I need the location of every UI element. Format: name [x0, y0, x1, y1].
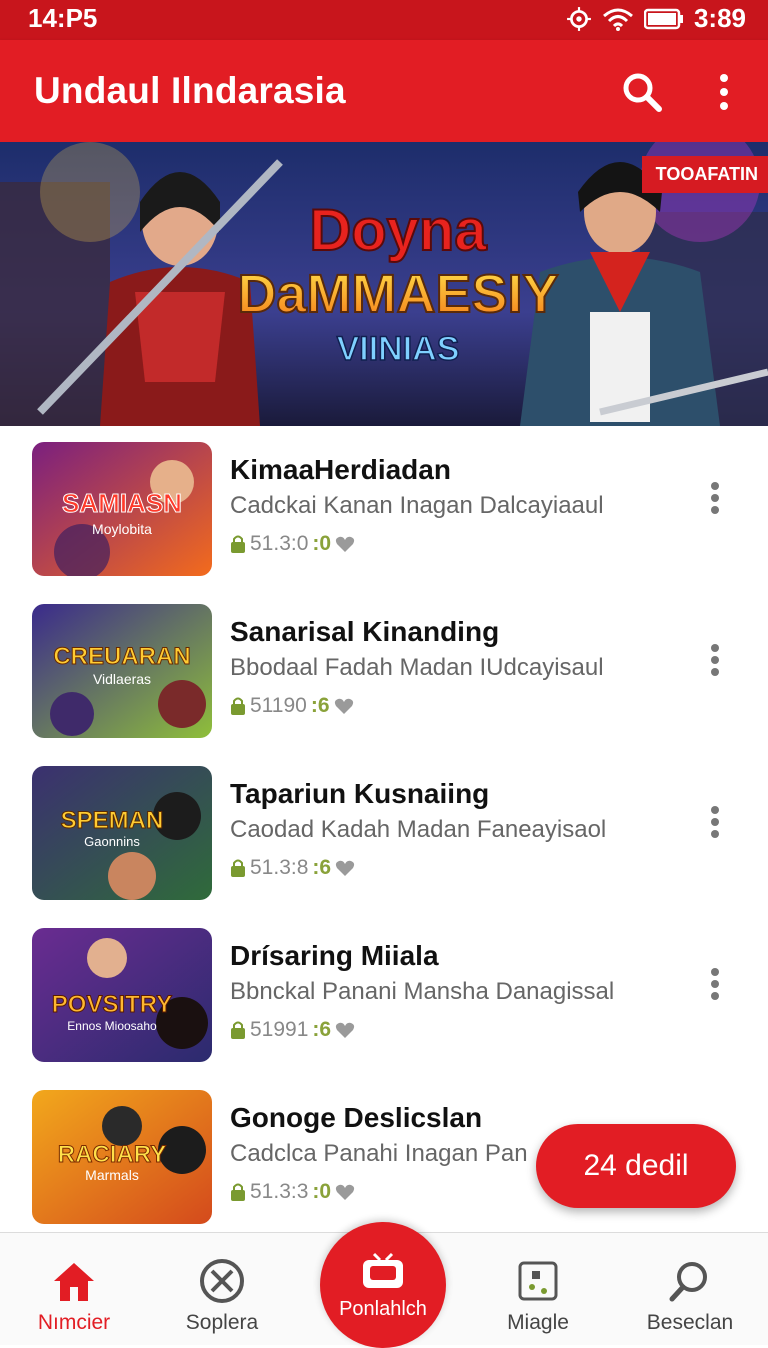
search-icon[interactable]	[618, 68, 666, 116]
status-right: 3:89	[566, 3, 746, 34]
app-bar: Undaul Ilndarasia	[0, 40, 768, 142]
heart-icon[interactable]	[335, 859, 355, 877]
game-rating: 51991	[250, 1018, 309, 1041]
lock-icon	[231, 859, 245, 877]
heart-icon[interactable]	[335, 1183, 355, 1201]
nav-item-center[interactable]: Ponlahlch	[320, 1222, 446, 1348]
search-icon	[669, 1262, 707, 1302]
lock-icon	[231, 1021, 245, 1039]
thumb-subtitle: Vidlaeras	[93, 671, 151, 687]
game-thumbnail: RACIARY Marmals	[32, 1090, 212, 1224]
banner-title-line3: VIINIAS	[337, 330, 460, 368]
battery-icon	[643, 8, 683, 29]
thumb-title: CREUARAN	[53, 643, 190, 670]
heart-icon[interactable]	[335, 1021, 355, 1039]
count-fab-button[interactable]: 24 dedil	[536, 1124, 736, 1208]
game-name: Gonoge Deslicslan	[230, 1102, 483, 1133]
nav-item-games[interactable]: Miagle	[468, 1245, 608, 1341]
game-description: Caodad Kadah Madan Faneayisaol	[230, 816, 607, 843]
game-badge: :6	[310, 694, 330, 717]
status-time-right: 3:89	[693, 3, 746, 33]
game-description: Cadclca Panahi Inagan Pan	[230, 1140, 528, 1167]
game-meta: 51991 :6	[230, 1018, 355, 1042]
home-icon	[54, 1263, 94, 1301]
game-meta: 51.3:8 :6	[230, 856, 355, 880]
thumb-title: SPEMAN	[61, 807, 164, 834]
lock-icon	[231, 1183, 245, 1201]
game-meta: 51.3:3 :0	[230, 1180, 355, 1204]
game-description: Bbnckal Panani Mansha Danagissal	[230, 978, 615, 1005]
banner-tag: TOOAFATIN	[641, 156, 768, 193]
game-rating: 51.3:8	[250, 856, 309, 879]
game-name: Tapariun Kusnaiing	[230, 778, 490, 809]
thumb-subtitle: Moylobita	[92, 521, 152, 537]
wifi-icon	[602, 8, 633, 31]
nav-label-center: Ponlahlch	[339, 1298, 427, 1320]
game-badge: :6	[312, 1018, 332, 1041]
game-thumbnail: CREUARAN Vidlaeras	[32, 604, 212, 738]
nav-label-home: Nımcier	[37, 1311, 111, 1334]
dice-icon	[518, 1261, 558, 1301]
game-description: Cadckai Kanan Inagan Dalcayiaaul	[230, 492, 604, 519]
game-description: Bbodaal Fadah Madan IUdcayisaul	[230, 654, 604, 681]
list-item[interactable]: POVSITRY Ennos Mioosaho Drísaring Miiala …	[0, 912, 768, 1075]
thumb-title: SAMIASN	[62, 488, 182, 518]
nav-label-games: Miagle	[507, 1311, 569, 1334]
nav-label-search: Beseclan	[646, 1311, 734, 1334]
settings-icon	[567, 6, 591, 31]
nav-item-home[interactable]: Nımcier	[4, 1245, 144, 1341]
thumb-subtitle: Gaonnins	[84, 834, 140, 849]
featured-banner[interactable]: Doyna DaMMAESIY VIINIAS TOOAFATIN	[0, 142, 768, 426]
app-title: Undaul Ilndarasia	[34, 70, 346, 111]
thumb-subtitle: Marmals	[85, 1167, 139, 1183]
game-rating: 51.3:0	[250, 532, 309, 555]
game-name: Sanarisal Kinanding	[230, 616, 500, 647]
item-menu-icon[interactable]	[700, 478, 730, 518]
game-meta: 51.3:0 :0	[230, 532, 355, 556]
lock-icon	[231, 697, 245, 715]
banner-title-line2: DaMMAESIY	[237, 264, 558, 324]
game-badge: :6	[312, 856, 332, 879]
banner-title-line1: Doyna	[309, 198, 487, 263]
status-bar: 14:P5 3:89	[0, 0, 768, 40]
game-thumbnail: SAMIASN Moylobita	[32, 442, 212, 576]
game-rating: 51190	[250, 694, 307, 717]
thumb-title: POVSITRY	[52, 991, 172, 1018]
tv-icon	[363, 1252, 403, 1288]
lock-icon	[231, 535, 245, 553]
thumb-title: RACIARY	[58, 1141, 166, 1168]
item-menu-icon[interactable]	[700, 802, 730, 842]
game-name: Drísaring Miiala	[230, 940, 439, 971]
close-circle-icon	[200, 1259, 244, 1303]
game-rating: 51.3:3	[250, 1180, 309, 1203]
game-thumbnail: POVSITRY Ennos Mioosaho	[32, 928, 212, 1062]
game-badge: :0	[312, 1180, 332, 1203]
list-item[interactable]: SAMIASN Moylobita KimaaHerdiadan Cadckai …	[0, 426, 768, 589]
list-item[interactable]: SPEMAN Gaonnins Tapariun Kusnaiing Caodad…	[0, 750, 768, 913]
status-time-left: 14:P5	[28, 3, 98, 33]
game-thumbnail: SPEMAN Gaonnins	[32, 766, 212, 900]
game-badge: :0	[312, 532, 332, 555]
heart-icon[interactable]	[334, 697, 354, 715]
list-item[interactable]: CREUARAN Vidlaeras Sanarisal Kinanding Bb…	[0, 588, 768, 751]
nav-item-search[interactable]: Beseclan	[620, 1245, 760, 1341]
nav-label-explore: Soplera	[185, 1311, 259, 1334]
thumb-subtitle: Ennos Mioosaho	[67, 1019, 157, 1033]
more-vert-icon[interactable]	[700, 68, 748, 116]
nav-item-explore[interactable]: Soplera	[152, 1245, 292, 1341]
heart-icon[interactable]	[335, 535, 355, 553]
item-menu-icon[interactable]	[700, 640, 730, 680]
game-name: KimaaHerdiadan	[230, 454, 451, 485]
game-meta: 51190 :6	[230, 694, 354, 718]
item-menu-icon[interactable]	[700, 964, 730, 1004]
